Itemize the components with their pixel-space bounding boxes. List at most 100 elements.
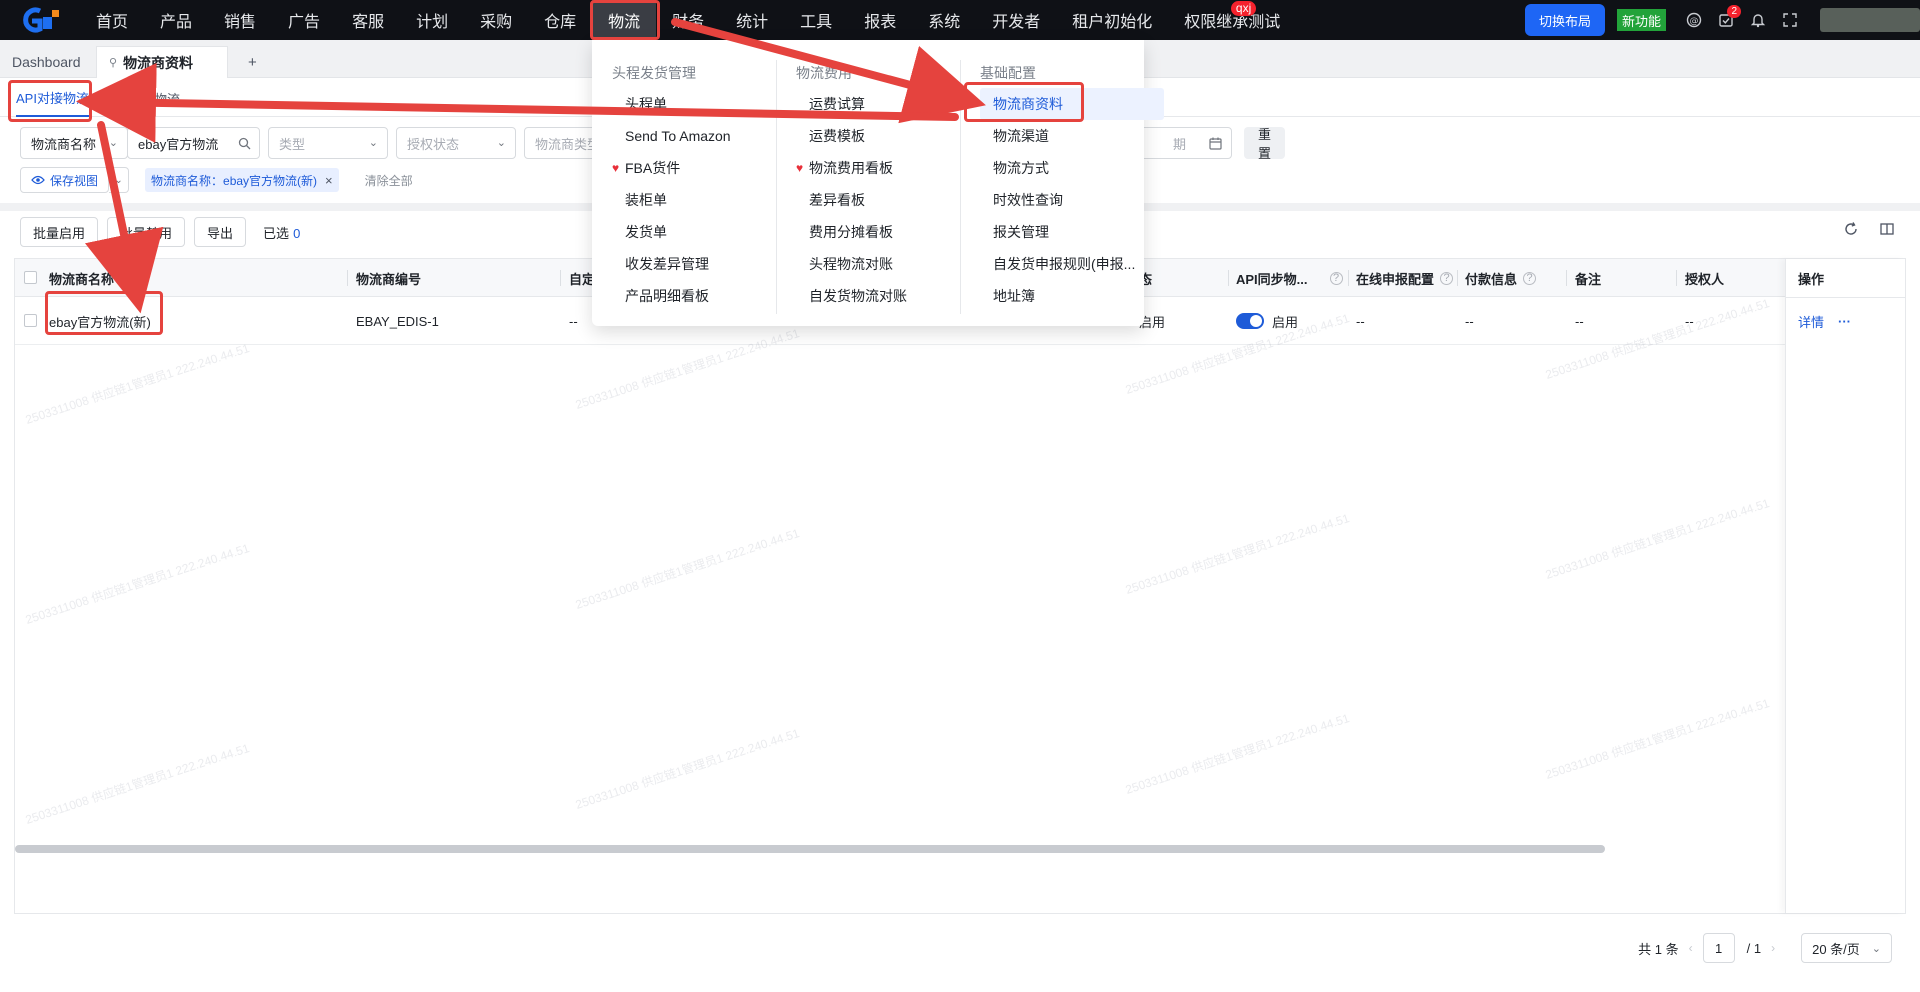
menu-item-product-detail-board[interactable]: 产品明细看板 [612,280,796,312]
question-icon[interactable]: ? [1440,271,1454,285]
nav-home[interactable]: 首页 [80,0,144,40]
menu-item-logistics-channel[interactable]: 物流渠道 [980,120,1164,152]
toolbar-right [1844,222,1894,236]
selected-count-text: 已选 0 [263,223,300,242]
menu-item-container[interactable]: 装柜单 [612,184,796,216]
nav-tools[interactable]: 工具 [784,0,848,40]
todo-icon[interactable]: 2 [1713,5,1741,33]
batch-disable-button[interactable]: 批量禁用 [107,217,186,247]
nav-purchase[interactable]: 采购 [464,0,528,40]
nav-sales[interactable]: 销售 [208,0,272,40]
menu-item-logistics-method[interactable]: 物流方式 [980,152,1164,184]
fullscreen-icon[interactable] [1777,7,1803,33]
row-online-declare: -- [1356,313,1365,329]
menu-col-title: 物流费用 [796,65,852,81]
avatar[interactable] [1820,8,1920,32]
menu-item-fba-shipment[interactable]: ♥ FBA货件 [612,152,796,184]
nav-product[interactable]: 产品 [144,0,208,40]
reset-button[interactable]: 重置 [1244,127,1286,161]
menu-item-timeliness[interactable]: 时效性查询 [980,184,1164,216]
horizontal-scrollbar[interactable] [15,845,1605,853]
nav-logistics[interactable]: 物流 [592,0,657,40]
th-code: 物流商编号 [356,271,422,287]
nav-stats[interactable]: 统计 [720,0,784,40]
page-input[interactable]: 1 [1702,933,1735,963]
row-name: ebay官方物流(新) [49,314,151,330]
bell-icon[interactable] [1745,7,1771,33]
tab-custom-logistics[interactable]: 自定义物流 [115,79,180,117]
menu-item-diff-board[interactable]: 差异看板 [796,184,980,216]
heart-icon: ♥ [796,161,804,175]
nav-service[interactable]: 客服 [336,0,400,40]
nav-developer[interactable]: 开发者 [976,0,1056,40]
menu-item-allocation-board[interactable]: 费用分摊看板 [796,216,980,248]
menu-col-fees: 物流费用 运费试算 运费模板 ♥ 物流费用看板 差异看板 费用分摊看板 头程物流对… [796,62,980,312]
menu-item-send-to-amazon[interactable]: Send To Amazon [612,120,796,152]
filter-type-select[interactable]: 类型 ⌄ [268,127,388,159]
more-actions-icon[interactable]: ··· [1838,314,1851,329]
menu-item-self-ship-reconcile[interactable]: 自发货物流对账 [796,280,980,312]
tab-api-logistics[interactable]: API对接物流 [16,79,89,117]
search-icon[interactable] [238,137,251,150]
tab-logistics-provider[interactable]: ⚲ 物流商资料 [96,46,228,78]
menu-item-shipping-order[interactable]: 发货单 [612,216,796,248]
column-settings-icon[interactable] [1880,222,1894,236]
help-icon[interactable]: @ [1681,7,1707,33]
filter-name-input[interactable]: ebay官方物流 [127,127,260,159]
nav-warehouse[interactable]: 仓库 [528,0,592,40]
nav-right: 切换布局 新功能 @ 2 [1524,0,1920,40]
next-page-icon[interactable]: › [1771,941,1775,955]
filter-auth-select[interactable]: 授权状态 ⌄ [396,127,516,159]
menu-col-basic-config: 基础配置 物流商资料 物流渠道 物流方式 时效性查询 报关管理 自发货申报规则(… [980,62,1164,312]
switch-layout-button[interactable]: 切换布局 [1524,4,1605,36]
save-view-button[interactable]: 保存视图 [20,167,110,193]
brand-logo[interactable] [18,6,64,34]
page-size-select[interactable]: 20 条/页 ⌄ [1801,933,1892,963]
logistics-dropdown-menu: 头程发货管理 头程单 Send To Amazon ♥ FBA货件 装柜单 发货单… [592,40,1164,326]
menu-item-address-book[interactable]: 地址簿 [980,280,1164,312]
th-api-sync-label: API同步物... [1236,271,1308,287]
ops-column: 操作 详情 ··· [1785,259,1905,913]
clear-all-link[interactable]: 清除全部 [365,172,413,189]
save-view-dropdown[interactable]: ⌄ [109,167,130,193]
menu-item-fee-template[interactable]: 运费模板 [796,120,980,152]
new-feature-badge[interactable]: 新功能 [1616,9,1666,31]
nav-permission-test[interactable]: 权限继承测试 qxj [1168,0,1296,40]
filter-field-select[interactable]: 物流商名称 ⌄ [20,127,128,159]
add-tab-button[interactable]: + [236,46,269,78]
export-button[interactable]: 导出 [194,217,247,247]
close-icon[interactable]: × [325,173,333,188]
chevron-down-icon: ⌄ [1871,942,1881,955]
tab-dashboard[interactable]: Dashboard [0,46,93,78]
menu-item-first-mile-reconcile[interactable]: 头程物流对账 [796,248,980,280]
nav-system[interactable]: 系统 [912,0,976,40]
nav-ads[interactable]: 广告 [272,0,336,40]
menu-item-fee-board[interactable]: ♥ 物流费用看板 [796,152,980,184]
menu-item-fee-trial[interactable]: 运费试算 [796,88,980,120]
select-all-checkbox[interactable] [24,271,37,284]
row-checkbox[interactable] [24,314,37,327]
menu-item-first-mile-order[interactable]: 头程单 [612,88,796,120]
heart-icon: ♥ [612,161,620,175]
table-toolbar: 批量启用 批量禁用 导出 已选 0 [20,216,300,248]
menu-item-declare-rules[interactable]: 自发货申报规则(申报... [980,248,1164,280]
batch-enable-button[interactable]: 批量启用 [20,217,99,247]
nav-tenant-init[interactable]: 租户初始化 [1056,0,1168,40]
question-icon[interactable]: ? [1523,271,1537,285]
api-sync-toggle[interactable] [1236,313,1264,329]
menu-item-logistics-provider[interactable]: 物流商资料 [980,88,1164,120]
view-bar: 保存视图 ⌄ 物流商名称：ebay官方物流(新) × 清除全部 [20,167,413,193]
nav-plan[interactable]: 计划 [400,0,464,40]
nav-reports[interactable]: 报表 [848,0,912,40]
th-ops: 操作 [1798,271,1825,287]
prev-page-icon[interactable]: ‹ [1689,941,1693,955]
question-icon[interactable]: ? [1329,271,1343,285]
menu-item-customs[interactable]: 报关管理 [980,216,1164,248]
detail-link[interactable]: 详情 [1798,312,1824,331]
pin-icon[interactable]: ⚲ [109,56,117,69]
save-view-label: 保存视图 [50,173,99,188]
refresh-icon[interactable] [1844,222,1858,236]
nav-finance[interactable]: 财务 [656,0,720,40]
menu-item-discrepancy[interactable]: 收发差异管理 [612,248,796,280]
logistics-provider-table: 物流商名称 物流商编号 自定 态 API同步物... ? 在线申报配置 ? 付款… [14,258,1906,914]
